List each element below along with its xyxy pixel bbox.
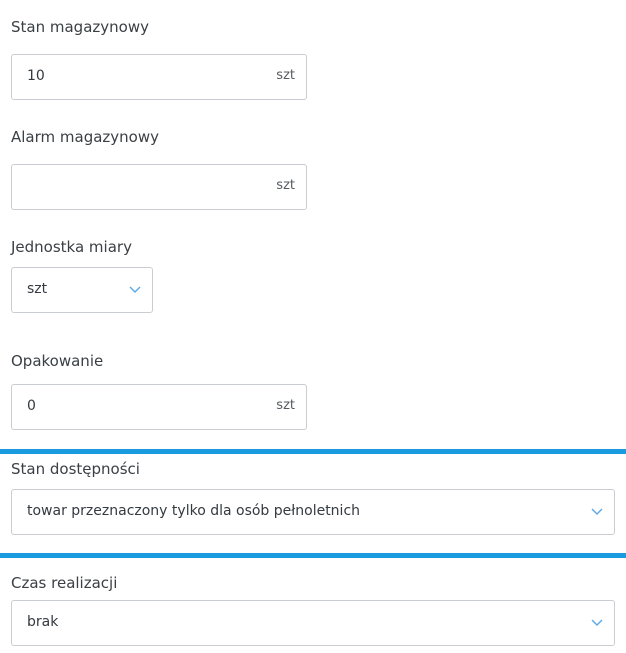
stock-alarm-input[interactable]: szt	[11, 164, 307, 210]
stock-value: 10	[27, 68, 45, 84]
stock-label: Stan magazynowy	[11, 18, 149, 36]
stock-input[interactable]: 10 szt	[11, 54, 307, 100]
stock-alarm-label: Alarm magazynowy	[11, 128, 160, 146]
availability-select[interactable]: towar przeznaczony tylko dla osób pełnol…	[11, 489, 615, 535]
availability-value: towar przeznaczony tylko dla osób pełnol…	[27, 503, 361, 519]
chevron-down-icon	[591, 508, 603, 515]
packaging-value: 0	[27, 398, 36, 414]
packaging-unit: szt	[276, 398, 295, 413]
stock-unit: szt	[276, 68, 295, 83]
packaging-input[interactable]: 0 szt	[11, 384, 307, 430]
lead-time-label: Czas realizacji	[11, 574, 118, 592]
chevron-down-icon	[129, 286, 141, 293]
chevron-down-icon	[591, 619, 603, 626]
unit-of-measure-value: szt	[27, 281, 48, 297]
availability-label: Stan dostępności	[11, 460, 140, 478]
packaging-label: Opakowanie	[11, 352, 104, 370]
lead-time-select[interactable]: brak	[11, 600, 615, 646]
lead-time-value: brak	[27, 614, 59, 630]
highlight-line-bottom	[0, 553, 626, 558]
highlight-line-top	[0, 449, 626, 454]
stock-alarm-unit: szt	[276, 178, 295, 193]
unit-of-measure-label: Jednostka miary	[11, 238, 132, 256]
unit-of-measure-select[interactable]: szt	[11, 267, 153, 313]
